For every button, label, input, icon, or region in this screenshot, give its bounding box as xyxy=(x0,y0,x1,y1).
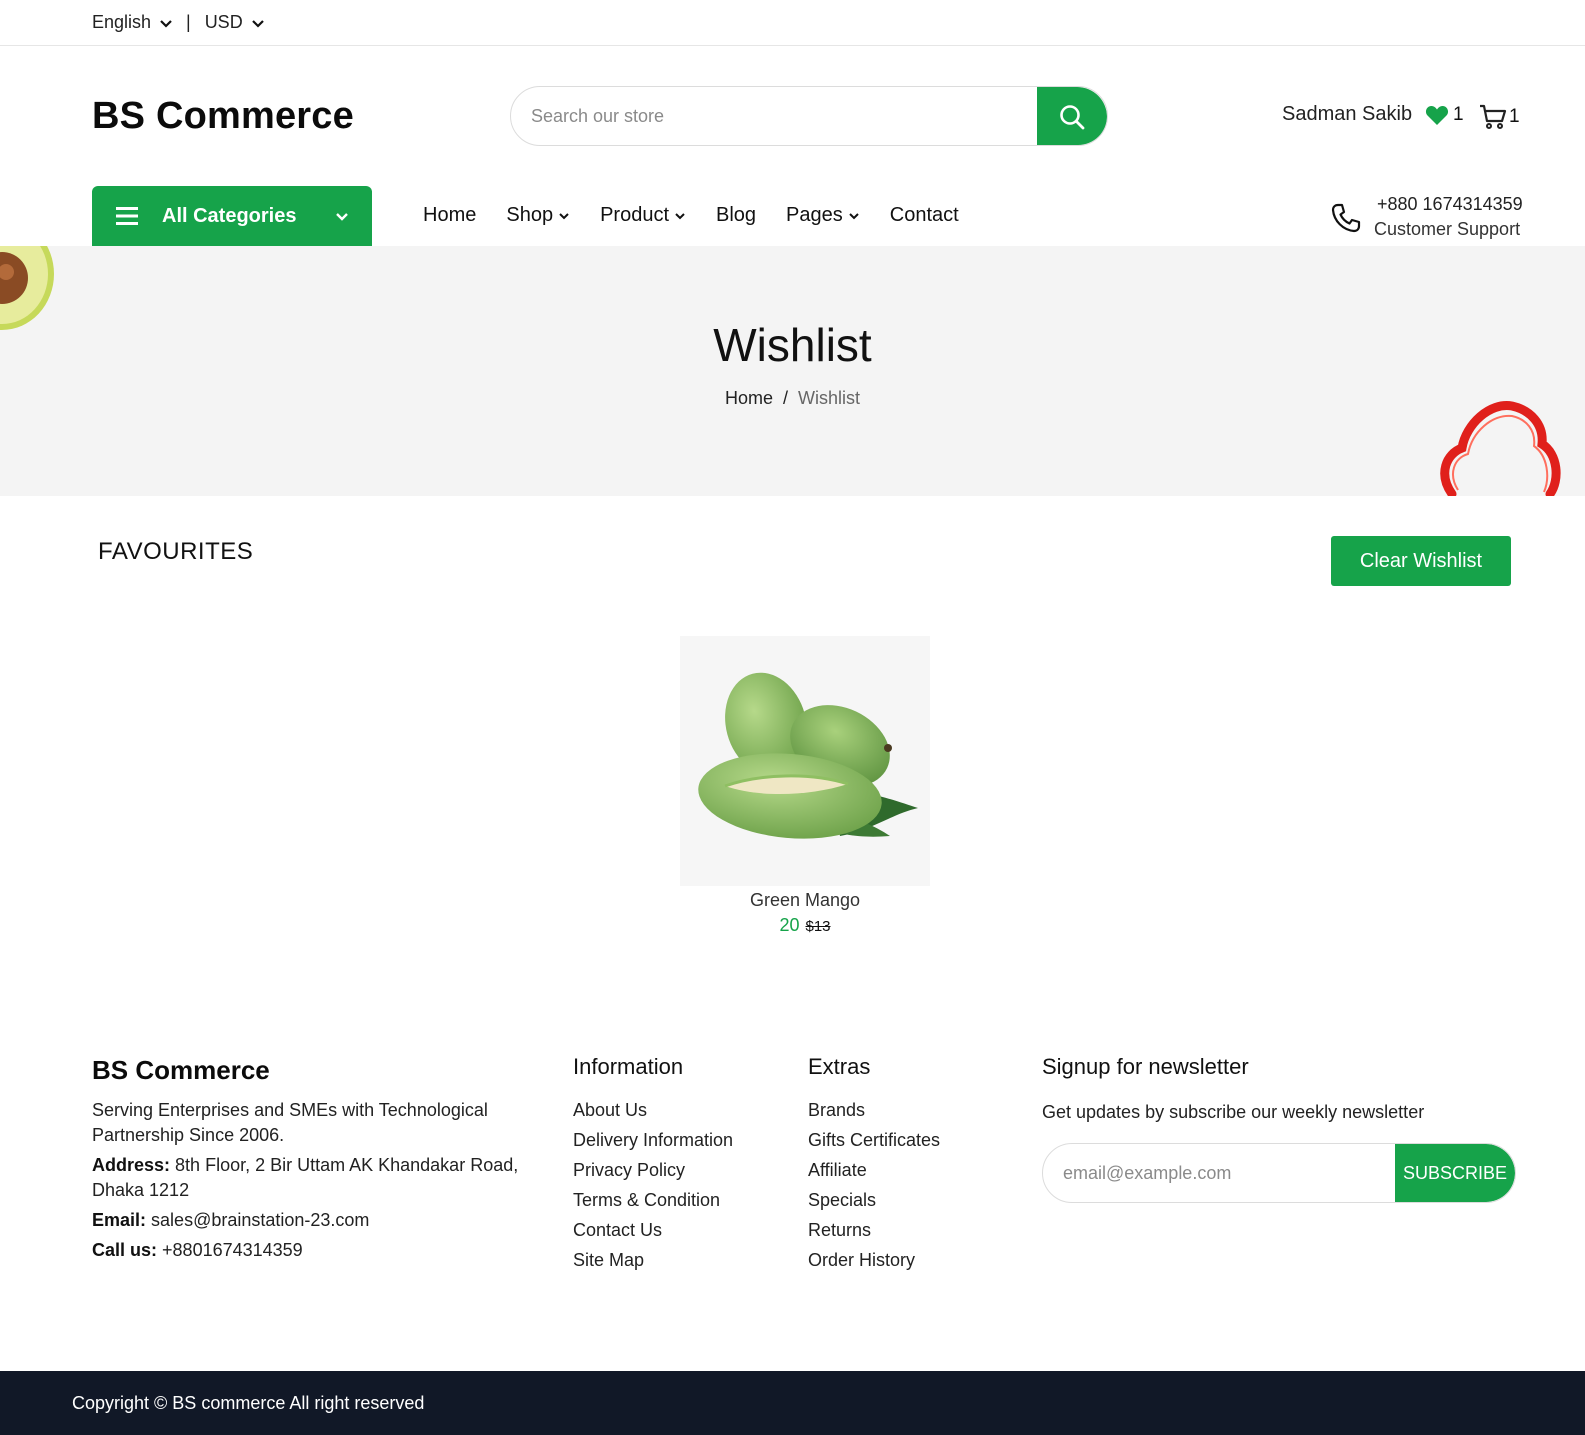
menu-icon xyxy=(116,207,138,225)
email-label: Email: xyxy=(92,1210,147,1230)
footer-address: Address: 8th Floor, 2 Bir Uttam AK Khand… xyxy=(92,1153,552,1203)
product-image[interactable] xyxy=(680,636,930,886)
nav-pages-label: Pages xyxy=(786,204,843,226)
footer-tagline: Serving Enterprises and SMEs with Techno… xyxy=(92,1100,488,1145)
wishlist-link[interactable]: 1 xyxy=(1425,104,1464,126)
currency-selector[interactable]: | USD xyxy=(186,12,265,33)
footer-link-delivery-information[interactable]: Delivery Information xyxy=(573,1130,733,1160)
cart-count: 1 xyxy=(1509,106,1520,127)
nav-product[interactable]: Product xyxy=(600,204,686,227)
breadcrumb: Home / Wishlist xyxy=(0,388,1585,409)
favourites-title: FAVOURITES xyxy=(98,538,254,565)
product-price: 20 $13 xyxy=(680,915,930,936)
product-name[interactable]: Green Mango xyxy=(680,890,930,911)
nav-contact-label: Contact xyxy=(889,204,959,226)
search-input[interactable] xyxy=(511,87,1037,145)
all-categories-label: All Categories xyxy=(162,204,297,227)
chevron-down-icon xyxy=(849,212,859,219)
phone-icon xyxy=(1331,203,1361,233)
currency-label: USD xyxy=(204,12,243,32)
footer-link-about-us[interactable]: About Us xyxy=(573,1100,733,1130)
chevron-down-icon xyxy=(675,212,685,219)
breadcrumb-home[interactable]: Home xyxy=(725,388,773,408)
footer-link-privacy-policy[interactable]: Privacy Policy xyxy=(573,1160,733,1190)
footer-link-terms[interactable]: Terms & Condition xyxy=(573,1190,733,1220)
copyright-bar: Copyright © BS commerce All right reserv… xyxy=(0,1371,1585,1435)
call-value[interactable]: +8801674314359 xyxy=(162,1240,303,1260)
nav-product-label: Product xyxy=(600,204,670,226)
nav-blog[interactable]: Blog xyxy=(716,204,756,227)
footer-link-gift-certificates[interactable]: Gifts Certificates xyxy=(808,1130,940,1160)
newsletter-form: SUBSCRIBE xyxy=(1042,1143,1516,1203)
language-label: English xyxy=(92,12,152,32)
site-logo[interactable]: BS Commerce xyxy=(92,95,354,138)
product-card[interactable]: Green Mango 20 $13 xyxy=(680,636,930,936)
page-title: Wishlist xyxy=(713,319,872,371)
footer-call: Call us: +8801674314359 xyxy=(92,1238,552,1263)
address-label: Address: xyxy=(92,1155,171,1175)
footer-link-contact-us[interactable]: Contact Us xyxy=(573,1220,733,1250)
product-old-price: $13 xyxy=(805,918,831,935)
page-banner: Wishlist Home / Wishlist xyxy=(0,246,1585,496)
breadcrumb-separator: / xyxy=(783,388,789,408)
subscribe-button[interactable]: SUBSCRIBE xyxy=(1395,1144,1515,1202)
chevron-down-icon xyxy=(559,212,569,219)
footer-about: Serving Enterprises and SMEs with Techno… xyxy=(92,1098,552,1268)
chevron-down-icon xyxy=(160,19,172,28)
footer-logo[interactable]: BS Commerce xyxy=(92,1055,270,1086)
footer-link-specials[interactable]: Specials xyxy=(808,1190,940,1220)
footer-link-brands[interactable]: Brands xyxy=(808,1100,940,1130)
newsletter-description: Get updates by subscribe our weekly news… xyxy=(1042,1102,1425,1122)
cart-link[interactable]: 1 xyxy=(1479,104,1520,130)
footer-link-returns[interactable]: Returns xyxy=(808,1220,940,1250)
footer-information: Information About Us Delivery Informatio… xyxy=(573,1054,733,1280)
main-nav: Home Shop Product Blog Pages Contact xyxy=(423,204,959,227)
wishlist-count: 1 xyxy=(1453,104,1464,125)
nav-home[interactable]: Home xyxy=(423,204,476,227)
extras-title: Extras xyxy=(808,1054,871,1079)
footer-link-order-history[interactable]: Order History xyxy=(808,1250,940,1280)
all-categories-button[interactable]: All Categories xyxy=(92,186,372,246)
email-value[interactable]: sales@brainstation-23.com xyxy=(151,1210,369,1230)
top-bar: English | USD xyxy=(0,0,1585,46)
separator: | xyxy=(186,12,191,32)
nav-contact[interactable]: Contact xyxy=(890,204,959,227)
language-selector[interactable]: English xyxy=(92,12,173,33)
breadcrumb-current: Wishlist xyxy=(798,388,861,408)
footer-link-affiliate[interactable]: Affiliate xyxy=(808,1160,940,1190)
search-bar xyxy=(510,86,1108,146)
footer-extras: Extras Brands Gifts Certificates Affilia… xyxy=(808,1054,940,1280)
footer-email: Email: sales@brainstation-23.com xyxy=(92,1208,552,1233)
support-label: Customer Support xyxy=(1374,219,1521,239)
nav-shop-label: Shop xyxy=(506,204,554,226)
nav-shop[interactable]: Shop xyxy=(506,204,570,227)
footer-link-site-map[interactable]: Site Map xyxy=(573,1250,733,1280)
nav-home-label: Home xyxy=(423,204,477,226)
search-button[interactable] xyxy=(1037,87,1107,145)
call-label: Call us: xyxy=(92,1240,158,1260)
clear-wishlist-button[interactable]: Clear Wishlist xyxy=(1331,536,1511,586)
pepper-ring-image xyxy=(1440,401,1561,496)
copyright-text: Copyright © BS commerce All right reserv… xyxy=(72,1393,425,1413)
search-icon xyxy=(1060,105,1085,130)
newsletter-title: Signup for newsletter xyxy=(1042,1054,1249,1079)
product-sale-price: 20 xyxy=(779,915,800,935)
heart-icon xyxy=(1425,105,1449,125)
nav-blog-label: Blog xyxy=(716,204,757,226)
green-mango-image xyxy=(698,672,918,839)
newsletter-email-input[interactable] xyxy=(1043,1144,1395,1202)
information-title: Information xyxy=(573,1054,684,1079)
chevron-down-icon xyxy=(336,213,348,221)
chevron-down-icon xyxy=(251,19,264,28)
newsletter-section: Signup for newsletter Get updates by sub… xyxy=(1042,1054,1516,1203)
cart-icon xyxy=(1480,104,1507,129)
support-phone: +880 1674314359 xyxy=(1377,194,1523,214)
user-name[interactable]: Sadman Sakib xyxy=(1282,103,1412,126)
nav-pages[interactable]: Pages xyxy=(786,204,860,227)
